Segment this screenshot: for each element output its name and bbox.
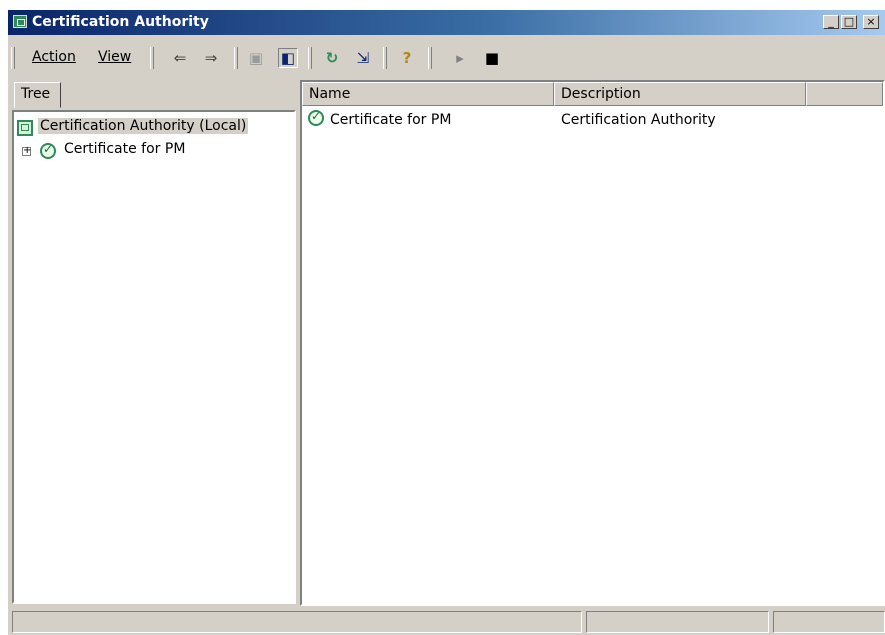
tree-item-certification-authority-local[interactable]: Certification Authority (Local) [38,118,249,134]
column-header-name[interactable]: Name [302,82,554,106]
show-hide-tree-icon[interactable]: ◧ [278,48,298,68]
toolbar-separator [308,47,312,69]
mmc-window: Certification Authority _ □ × Action Vie… [8,10,885,635]
action-menu[interactable]: Action [32,49,76,65]
status-pane-main [12,611,582,633]
column-header-empty[interactable] [806,82,883,106]
tree-item-certificate-for-pm[interactable]: Certificate for PM [64,141,185,157]
view-menu[interactable]: View [98,49,131,65]
action-menu-label: Action [32,49,76,65]
tree-view[interactable]: Certification Authority (Local) + Certif… [12,110,296,604]
column-header-description[interactable]: Description [554,82,806,106]
stop-service-icon[interactable]: ■ [482,48,502,68]
result-pane: Name Description Certificate for PM Cert… [300,80,885,606]
back-arrow-icon[interactable]: ⇐ [170,48,190,68]
window-title: Certification Authority [32,14,209,30]
maximize-button[interactable]: □ [841,15,857,29]
toolbar-separator [383,47,387,69]
help-icon[interactable]: ? [397,48,417,68]
tab-tree[interactable]: Tree [14,82,61,108]
start-service-icon[interactable]: ▸ [450,48,470,68]
forward-arrow-icon[interactable]: ⇒ [201,48,221,68]
list-item-description: Certification Authority [561,112,716,128]
menu-toolbar: Action View ⇐ ⇒ ▣ ◧ ↻ ⇲ ? ▸ ■ [8,42,885,76]
view-menu-label: View [98,49,132,65]
certificate-authority-icon [308,109,324,126]
tree-pane: Tree Certification Authority (Local) + C… [12,80,298,606]
toolbar-separator [150,47,154,69]
toolbar-separator [234,47,238,69]
tree-expander-plus[interactable]: + [22,146,31,156]
close-button[interactable]: × [863,15,879,29]
status-pane-right [773,611,885,633]
up-folder-icon[interactable]: ▣ [246,48,266,68]
title-bar[interactable]: Certification Authority _ □ × [8,10,885,35]
list-item[interactable]: Certificate for PM Certification Authori… [302,109,883,129]
refresh-icon[interactable]: ↻ [322,48,342,68]
export-list-icon[interactable]: ⇲ [353,48,373,68]
minimize-button[interactable]: _ [823,15,839,29]
toolbar-grip[interactable] [11,47,15,69]
ca-local-icon[interactable] [17,120,33,136]
certification-authority-icon[interactable] [13,15,27,28]
toolbar-separator [428,47,432,69]
status-bar [8,608,885,635]
certificate-authority-icon[interactable] [40,142,56,159]
status-pane-middle [586,611,769,633]
list-item-name: Certificate for PM [330,112,452,128]
